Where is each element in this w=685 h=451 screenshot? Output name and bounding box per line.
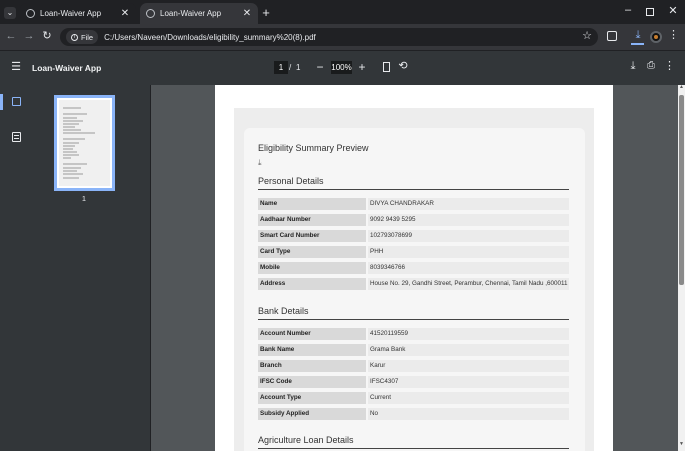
tab-2[interactable]: Loan-Waiver App ✕ [140, 3, 258, 24]
table-row: Branch Karur [258, 360, 569, 372]
section-title: Agriculture Loan Details [258, 435, 569, 449]
section-title: Personal Details [258, 176, 569, 190]
page-number-input[interactable]: 1 [274, 61, 288, 74]
file-scheme-label: File [81, 32, 94, 42]
download-icon[interactable]: ⤓ [631, 30, 645, 41]
print-icon[interactable]: ⎙ [645, 61, 657, 71]
field-label: Address [258, 278, 366, 290]
field-label: Branch [258, 360, 366, 372]
table-row: Aadhaar Number 9092 9439 5295 [258, 214, 569, 226]
field-label: Name [258, 198, 366, 210]
field-value: 41520119559 [368, 328, 569, 340]
close-icon[interactable]: ✕ [242, 8, 252, 19]
globe-icon [146, 9, 155, 18]
new-tab-icon[interactable]: + [260, 6, 272, 19]
field-value: No [368, 408, 569, 420]
field-value: IFSC4307 [368, 376, 569, 388]
field-value: DIVYA CHANDRAKAR [368, 198, 569, 210]
table-row: Account Type Current [258, 392, 569, 404]
page-total: 1 [296, 63, 301, 72]
table-row: Card Type PHH [258, 246, 569, 258]
page-separator: / [289, 63, 292, 72]
scroll-up-icon[interactable]: ▲ [678, 85, 685, 90]
url-text: C:/Users/Naveen/Downloads/eligibility_su… [104, 32, 316, 42]
zoom-input[interactable]: 100% [331, 61, 352, 74]
tab-title: Loan-Waiver App [160, 9, 222, 18]
rotate-icon[interactable]: ⟲ [397, 61, 409, 72]
pdf-title: Loan-Waiver App [32, 63, 102, 73]
field-label: Subsidy Applied [258, 408, 366, 420]
tab-1[interactable]: Loan-Waiver App ✕ [20, 3, 136, 24]
field-value: 102793078699 [368, 230, 569, 242]
field-value: 8039346766 [368, 262, 569, 274]
scroll-down-icon[interactable]: ▼ [678, 442, 685, 447]
extensions-icon[interactable] [607, 31, 617, 41]
back-icon[interactable]: ← [5, 31, 17, 42]
thumbnail-preview [59, 100, 110, 186]
download-progress [631, 43, 644, 45]
fit-page-icon[interactable] [383, 62, 390, 72]
section-title: Bank Details [258, 306, 569, 320]
menu-icon[interactable]: ⋮ [668, 30, 679, 41]
document-heading: Eligibility Summary Preview [258, 143, 369, 153]
reload-icon[interactable]: ↻ [41, 31, 53, 42]
field-label: Account Type [258, 392, 366, 404]
field-label: Smart Card Number [258, 230, 366, 242]
window-close-icon[interactable]: ✕ [667, 6, 679, 17]
page-thumbnail[interactable] [54, 95, 115, 191]
table-row: Account Number 41520119559 [258, 328, 569, 340]
thumbnails-view-icon[interactable] [12, 97, 21, 106]
field-label: Bank Name [258, 344, 366, 356]
field-value: House No. 29, Gandhi Street, Perambur, C… [368, 278, 569, 290]
thumbnail-page-number: 1 [81, 194, 87, 203]
bookmark-star-icon[interactable]: ☆ [581, 31, 593, 42]
file-scheme-chip[interactable]: i File [66, 30, 99, 44]
field-label: Account Number [258, 328, 366, 340]
field-value: Current [368, 392, 569, 404]
table-row: Subsidy Applied No [258, 408, 569, 420]
field-value: PHH [368, 246, 569, 258]
active-view-indicator [0, 94, 3, 110]
field-value: Karur [368, 360, 569, 372]
field-label: Card Type [258, 246, 366, 258]
field-label: IFSC Code [258, 376, 366, 388]
field-label: Aadhaar Number [258, 214, 366, 226]
info-icon: i [71, 33, 78, 41]
field-value: Grama Bank [368, 344, 569, 356]
zoom-in-icon[interactable]: + [357, 61, 367, 73]
table-row: Address House No. 29, Gandhi Street, Pera… [258, 278, 569, 290]
restore-icon[interactable] [646, 8, 654, 16]
zoom-out-icon[interactable]: − [315, 61, 325, 73]
scrollbar-thumb[interactable] [679, 95, 684, 285]
forward-icon[interactable]: → [23, 31, 35, 42]
address-bar[interactable]: i File C:/Users/Naveen/Downloads/eligibi… [60, 28, 598, 46]
field-label: Mobile [258, 262, 366, 274]
field-value: 9092 9439 5295 [368, 214, 569, 226]
table-row: Smart Card Number 102793078699 [258, 230, 569, 242]
table-row: Bank Name Grama Bank [258, 344, 569, 356]
tab-title: Loan-Waiver App [40, 9, 102, 18]
close-icon[interactable]: ✕ [120, 8, 130, 19]
sidebar-toggle-icon[interactable]: ☰ [10, 62, 22, 73]
table-row: Name DIVYA CHANDRAKAR [258, 198, 569, 210]
download-icon: ⤓ [258, 158, 262, 167]
profile-icon[interactable] [650, 31, 662, 43]
globe-icon [26, 9, 35, 18]
pdf-download-icon[interactable]: ⤓ [627, 61, 639, 72]
table-row: IFSC Code IFSC4307 [258, 376, 569, 388]
tab-search-icon[interactable]: ⌄ [4, 7, 16, 19]
minimize-icon[interactable]: – [622, 5, 634, 16]
outline-view-icon[interactable] [12, 132, 21, 142]
more-options-icon[interactable]: ⋮ [664, 61, 675, 72]
table-row: Mobile 8039346766 [258, 262, 569, 274]
